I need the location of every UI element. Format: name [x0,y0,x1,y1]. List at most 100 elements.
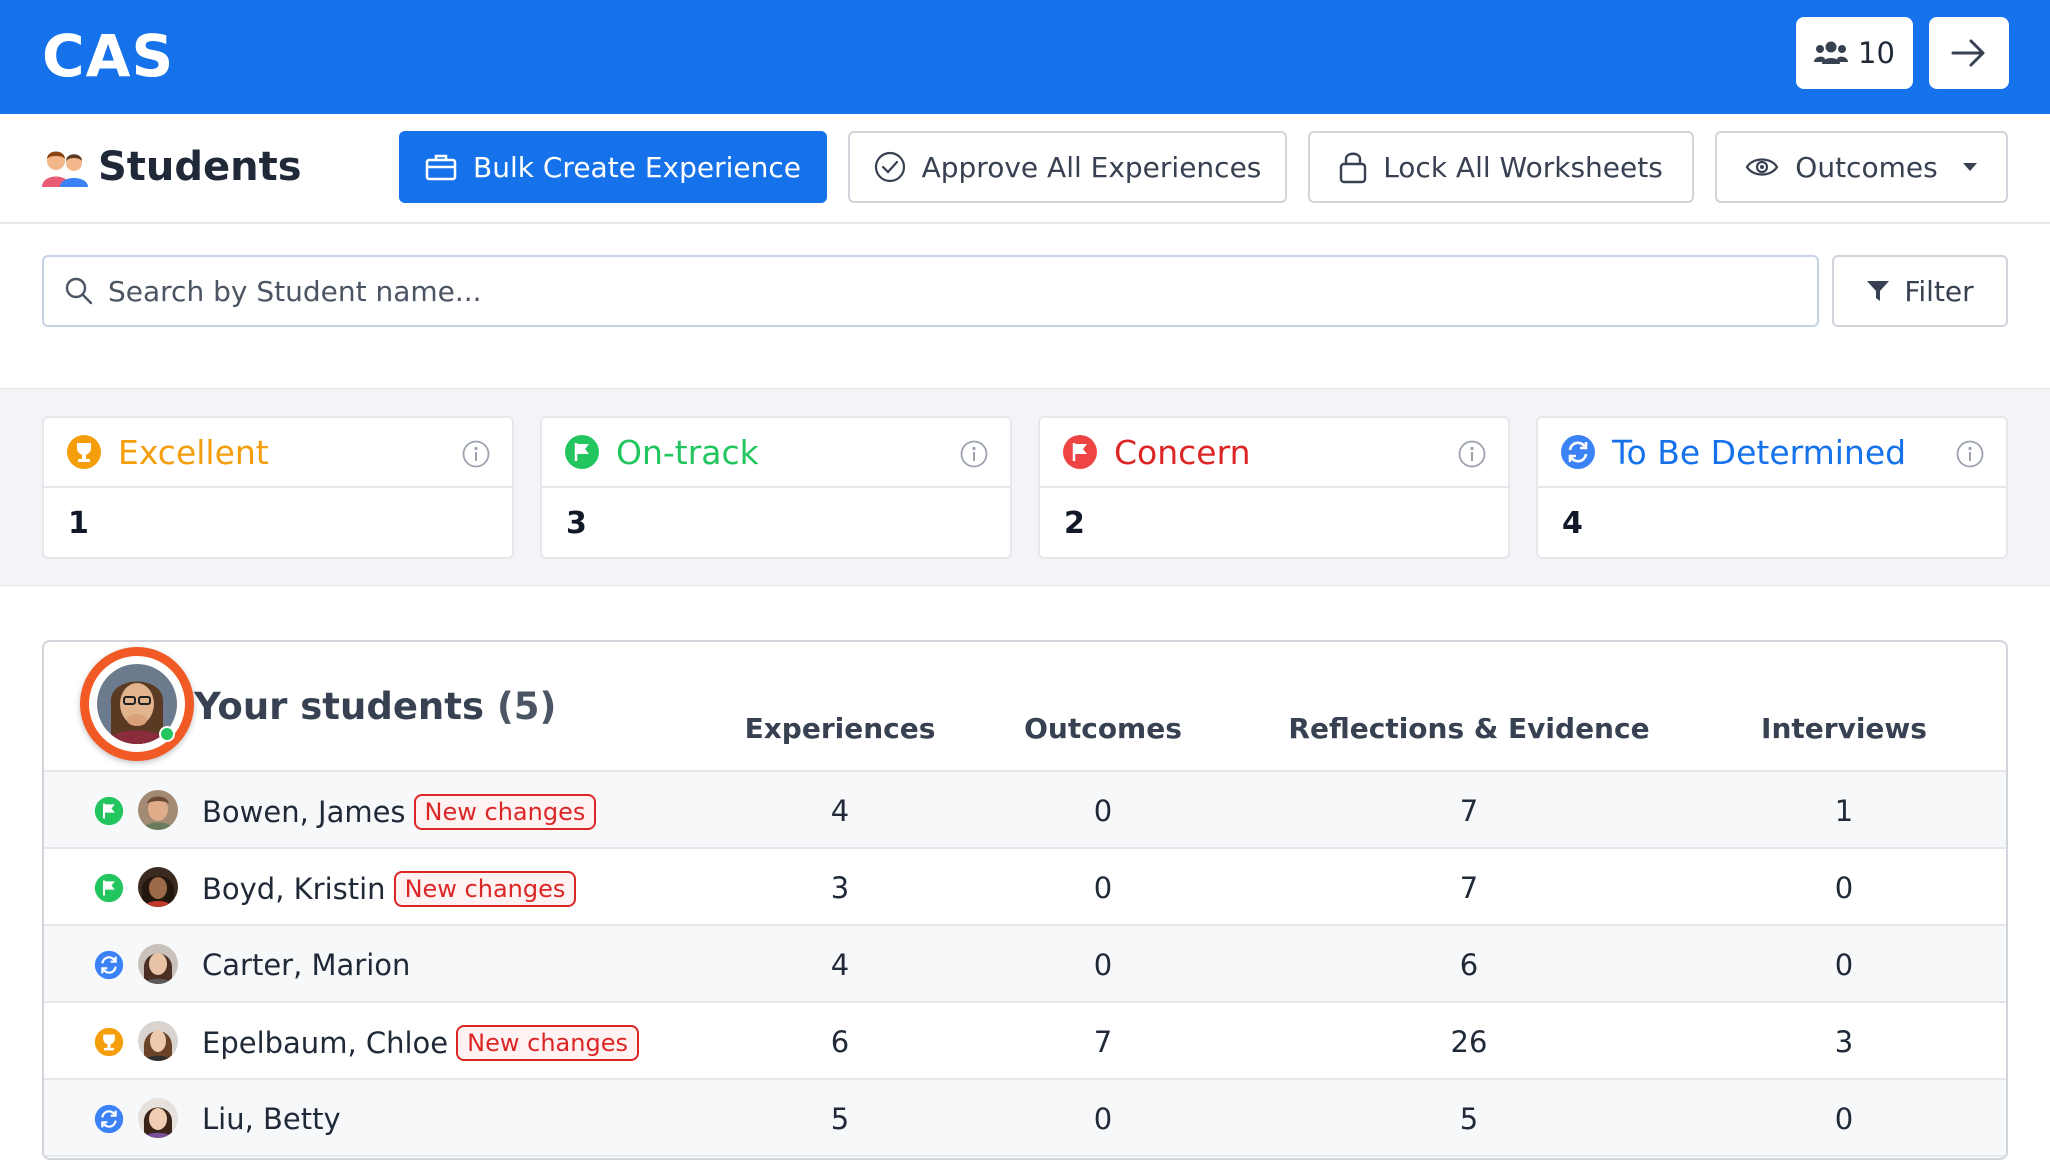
filter-label: Filter [1904,274,1974,308]
new-changes-badge: New changes [413,794,597,830]
interviews-cell: 3 [1834,1025,1854,1059]
outcomes-cell: 7 [1093,1025,1113,1059]
student-name[interactable]: Bowen, James New changes [202,794,597,830]
page-title: Students [42,144,302,190]
lock-all-label: Lock All Worksheets [1383,150,1663,184]
new-changes-badge: New changes [393,871,577,907]
experiences-cell: 4 [830,948,850,982]
table-row[interactable]: Liu, Betty 5 0 5 0 [44,1080,2006,1157]
flag-icon [94,796,124,826]
caret-down-icon [1962,163,1977,171]
interviews-cell: 0 [1834,1102,1854,1136]
stat-label: To Be Determined [1612,432,1907,472]
table-title: Your students (5) [194,685,556,728]
lock-icon [1339,152,1367,184]
table-row[interactable]: Boyd, Kristin New changes 3 0 7 0 [44,849,2006,926]
column-interviews[interactable]: Interviews [1761,712,1927,745]
search-box [42,255,1819,327]
briefcase-icon [425,154,457,181]
stat-value: 2 [1064,506,1085,541]
stats-section: Excellent 1 On-track 3 Concern 2 To Be D… [0,388,2050,586]
info-icon[interactable] [462,440,490,468]
column-reflections-evidence[interactable]: Reflections & Evidence [1288,712,1649,745]
table-row[interactable]: Epelbaum, Chloe New changes 6 7 26 3 [44,1003,2006,1080]
lock-all-worksheets-button[interactable]: Lock All Worksheets [1308,131,1694,203]
toolbar: Students Bulk Create Experience Approve … [0,114,2050,224]
student-name-text: Liu, Betty [202,1102,341,1136]
info-icon[interactable] [1956,440,1984,468]
trophy-icon [67,435,101,469]
reflections-cell: 7 [1459,871,1479,905]
avatar [138,1098,178,1138]
logout-button[interactable] [1929,17,2009,89]
stat-value: 4 [1562,506,1583,541]
experiences-cell: 6 [830,1025,850,1059]
stat-label: Concern [1114,432,1251,472]
flag-icon [94,873,124,903]
approve-all-label: Approve All Experiences [921,150,1262,184]
outcomes-cell: 0 [1093,871,1113,905]
interviews-cell: 0 [1834,871,1854,905]
users-button[interactable]: 10 [1796,17,1913,89]
student-name-text: Boyd, Kristin [202,872,386,906]
eye-icon [1746,158,1779,176]
teacher-avatar[interactable] [80,647,194,761]
student-name[interactable]: Liu, Betty [202,1102,341,1136]
reflections-cell: 7 [1459,794,1479,828]
outcomes-cell: 0 [1093,948,1113,982]
users-icon [1814,41,1849,64]
stat-card-excellent[interactable]: Excellent 1 [42,416,514,559]
avatar [138,790,178,830]
student-name[interactable]: Boyd, Kristin New changes [202,871,577,907]
online-indicator [159,726,175,742]
avatar [138,867,178,907]
experiences-cell: 5 [830,1102,850,1136]
stat-value: 3 [566,506,587,541]
filter-button[interactable]: Filter [1832,255,2008,327]
table-row[interactable]: Carter, Marion 4 0 6 0 [44,926,2006,1003]
stat-value: 1 [68,506,89,541]
reflections-cell: 26 [1450,1025,1488,1059]
stat-card-concern[interactable]: Concern 2 [1038,416,1510,559]
flag-icon [565,435,599,469]
approve-all-experiences-button[interactable]: Approve All Experiences [848,131,1287,203]
flag-icon [1063,435,1097,469]
table-title-text: Your students [194,685,484,728]
column-outcomes[interactable]: Outcomes [1024,712,1182,745]
bulk-create-label: Bulk Create Experience [473,150,801,184]
stat-label: Excellent [118,432,269,472]
bulk-create-experience-button[interactable]: Bulk Create Experience [399,131,827,203]
check-circle-icon [874,151,905,183]
search-input[interactable] [108,274,1708,308]
experiences-cell: 3 [830,871,850,905]
outcomes-dropdown[interactable]: Outcomes [1715,131,2008,203]
new-changes-badge: New changes [456,1025,639,1061]
reflections-cell: 5 [1459,1102,1479,1136]
experiences-cell: 4 [830,794,850,828]
student-name-text: Carter, Marion [202,948,411,982]
stat-card-to-be-determined[interactable]: To Be Determined 4 [1536,416,2008,559]
filter-icon [1867,281,1890,301]
refresh-icon [94,950,124,980]
interviews-cell: 1 [1834,794,1854,828]
student-name[interactable]: Epelbaum, Chloe New changes [202,1025,639,1061]
table-header: Your students (5) Experiences Outcomes R… [44,642,2006,772]
user-count: 10 [1858,36,1895,70]
outcomes-cell: 0 [1093,794,1113,828]
trophy-icon [94,1027,124,1057]
table-row[interactable]: Bowen, James New changes 4 0 7 1 [44,772,2006,849]
search-icon [65,277,93,305]
info-icon[interactable] [1458,440,1486,468]
arrow-right-icon [1951,39,1985,67]
students-icon [42,151,88,187]
refresh-icon [1561,435,1595,469]
student-name[interactable]: Carter, Marion [202,948,410,982]
reflections-cell: 6 [1459,948,1479,982]
interviews-cell: 0 [1834,948,1854,982]
refresh-icon [94,1104,124,1134]
stat-card-on-track[interactable]: On-track 3 [540,416,1012,559]
student-name-text: Epelbaum, Chloe [202,1026,449,1060]
info-icon[interactable] [960,440,988,468]
page-title-text: Students [98,144,302,190]
column-experiences[interactable]: Experiences [745,712,936,745]
